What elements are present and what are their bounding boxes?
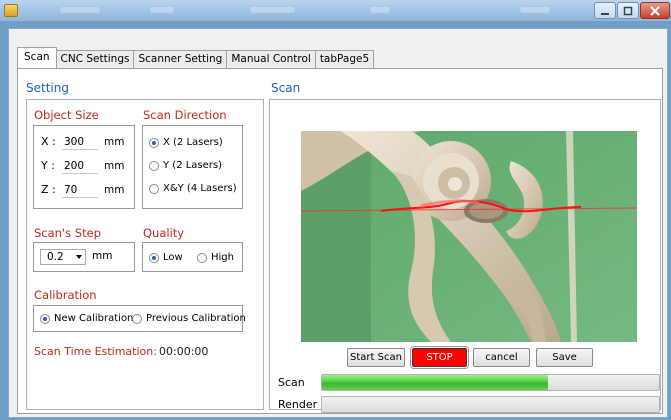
radio-selected-icon: [40, 313, 50, 324]
scan-direction-label: Scan Direction: [143, 108, 227, 122]
save-button[interactable]: Save: [536, 348, 593, 367]
close-button[interactable]: [640, 2, 670, 19]
radio-selected-icon: [149, 137, 159, 148]
close-icon: [650, 5, 660, 16]
previous-calibration-radio[interactable]: Previous Calibration: [132, 313, 246, 324]
scan-progress-fill: [322, 375, 548, 390]
setting-title: Setting: [26, 81, 69, 95]
z-label: Z :: [41, 183, 56, 196]
minimize-icon: [601, 12, 609, 15]
blurred-caption: [520, 7, 550, 13]
new-calibration-radio[interactable]: New Calibration: [40, 313, 133, 324]
scan-progress-bar: [321, 374, 660, 391]
object-size-label: Object Size: [34, 108, 99, 122]
scan-title: Scan: [271, 81, 301, 95]
radio-unselected-icon: [132, 313, 142, 324]
blurred-caption: [150, 7, 174, 13]
stop-button[interactable]: STOP: [410, 346, 469, 369]
calibration-box: New Calibration Previous Calibration: [33, 305, 246, 332]
window-titlebar: [0, 0, 671, 22]
tab-manual-control[interactable]: Manual Control: [226, 50, 316, 68]
quality-box: Low High: [142, 242, 243, 272]
tab-page-scan: Setting Object Size X : 300 mm Y : 200 m…: [17, 68, 663, 414]
cancel-button[interactable]: cancel: [473, 348, 530, 367]
scan-step-label: Scan's Step: [34, 226, 101, 240]
quality-label: Quality: [143, 226, 185, 240]
carved-ornament-photo: [301, 131, 637, 342]
tab-scanner-setting[interactable]: Scanner Setting: [133, 50, 228, 68]
app-icon: [4, 4, 18, 17]
scan-direction-box: X (2 Lasers) Y (2 Lasers) X&Y (4 Lasers): [142, 125, 243, 209]
radio-unselected-icon: [149, 183, 159, 194]
dropdown-arrow-icon: [76, 255, 82, 259]
z-unit: mm: [104, 184, 125, 196]
calibration-label: Calibration: [34, 288, 97, 302]
quality-high-radio[interactable]: High: [197, 252, 234, 263]
radio-unselected-icon: [197, 252, 207, 263]
x-label: X :: [41, 135, 56, 148]
radio-selected-icon: [149, 252, 159, 263]
direction-y-radio[interactable]: Y (2 Lasers): [149, 160, 222, 171]
scan-time-estimation-label: Scan Time Estimation:: [34, 345, 157, 358]
y-size-input[interactable]: 200: [62, 159, 98, 174]
radio-unselected-icon: [149, 160, 159, 171]
scan-step-value: 0.2: [47, 251, 64, 263]
scan-time-estimation-value: 00:00:00: [159, 345, 209, 358]
render-progress-label: Render: [278, 398, 318, 411]
maximize-icon: [623, 6, 633, 15]
direction-xy-radio[interactable]: X&Y (4 Lasers): [149, 183, 237, 194]
scan-step-box: 0.2 mm: [33, 242, 135, 272]
maximize-button[interactable]: [617, 2, 639, 19]
direction-x-radio[interactable]: X (2 Lasers): [149, 137, 223, 148]
render-progress-bar: [321, 396, 660, 413]
quality-low-radio[interactable]: Low: [149, 252, 183, 263]
blurred-caption: [60, 7, 100, 13]
tab-tabpage5[interactable]: tabPage5: [314, 50, 375, 68]
scan-step-unit: mm: [92, 250, 113, 262]
scan-camera-image: [301, 131, 637, 342]
minimize-button[interactable]: [594, 2, 616, 19]
scan-step-dropdown[interactable]: 0.2: [40, 249, 86, 265]
y-unit: mm: [104, 160, 125, 172]
x-size-input[interactable]: 300: [62, 135, 98, 150]
blurred-caption: [370, 7, 390, 13]
scan-progress-label: Scan: [278, 376, 305, 389]
object-size-box: X : 300 mm Y : 200 mm Z : 70 mm: [33, 125, 135, 209]
start-scan-button[interactable]: Start Scan: [347, 348, 405, 367]
y-label: Y :: [41, 159, 55, 172]
x-unit: mm: [104, 136, 125, 148]
blurred-caption: [250, 7, 295, 13]
form-client-area: Scan CNC Settings Scanner Setting Manual…: [8, 28, 668, 418]
z-size-input[interactable]: 70: [62, 183, 98, 198]
tab-strip: Scan CNC Settings Scanner Setting Manual…: [17, 47, 375, 68]
tab-cnc-settings[interactable]: CNC Settings: [55, 50, 135, 68]
tab-scan[interactable]: Scan: [17, 47, 57, 68]
